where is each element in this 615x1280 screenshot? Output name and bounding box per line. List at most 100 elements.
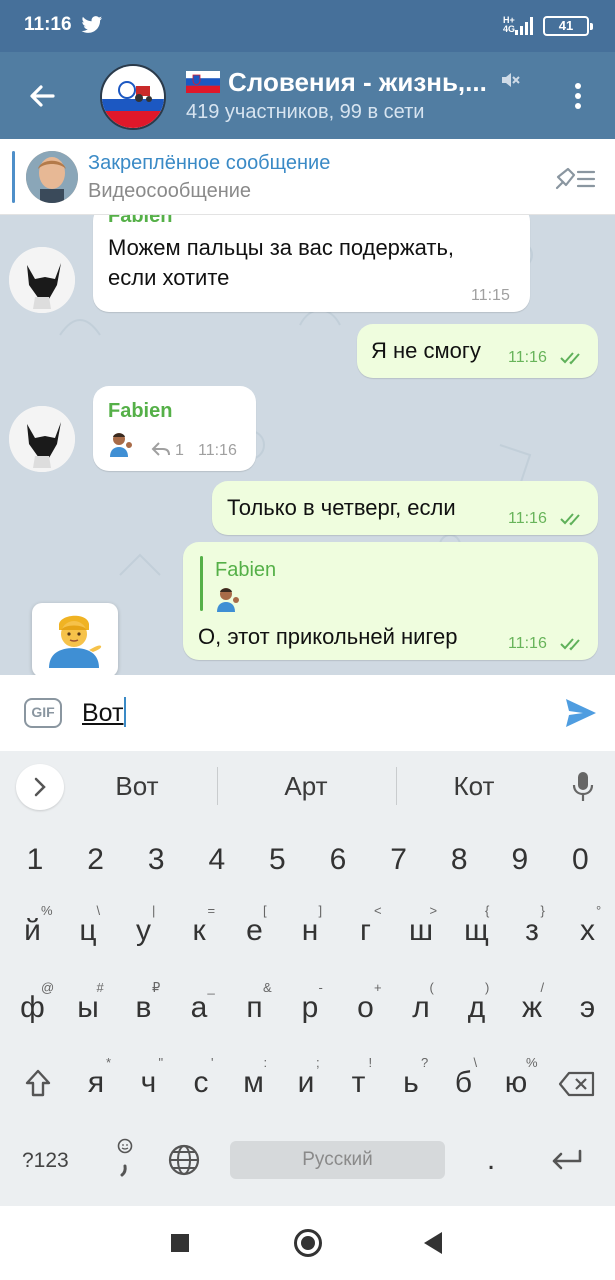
- cat-avatar-icon: [9, 247, 75, 313]
- keyboard-key[interactable]: г: [338, 914, 393, 948]
- sticker-suggestion[interactable]: [32, 603, 118, 677]
- keyboard-key[interactable]: ш: [394, 914, 449, 948]
- message-text: О, этот прикольней нигер: [198, 624, 458, 649]
- message-sender[interactable]: Fabien: [108, 400, 172, 423]
- keyboard-key[interactable]: н: [283, 914, 338, 948]
- reply-sender[interactable]: Fabien: [215, 559, 276, 582]
- keyboard-key[interactable]: ю: [490, 1066, 542, 1100]
- keyboard-key[interactable]: ж: [505, 991, 560, 1025]
- chat-title[interactable]: Словения - жизнь,...: [186, 67, 487, 98]
- shift-icon[interactable]: [24, 1068, 52, 1098]
- space-key[interactable]: Русский: [230, 1141, 445, 1179]
- message-bubble-out[interactable]: Я не смогу 11:16: [357, 324, 598, 378]
- keyboard-key[interactable]: ф: [5, 991, 60, 1025]
- gif-button[interactable]: GIF: [24, 698, 62, 728]
- keyboard-key[interactable]: з: [505, 914, 560, 948]
- microphone-icon[interactable]: [570, 770, 596, 804]
- keyboard-key[interactable]: ч: [123, 1066, 175, 1100]
- key-hint: [: [263, 903, 267, 918]
- person-tipping-hand-emoji-icon: [217, 588, 239, 612]
- key-hint: :: [263, 1055, 268, 1070]
- suggestion-word[interactable]: Кот: [399, 771, 549, 802]
- keyboard-key[interactable]: э: [560, 991, 615, 1025]
- keyboard-key[interactable]: я: [70, 1066, 122, 1100]
- keyboard-key[interactable]: 5: [247, 843, 307, 877]
- keyboard-key[interactable]: х: [560, 914, 615, 948]
- keyboard-key[interactable]: д: [449, 991, 504, 1025]
- keyboard-key[interactable]: а: [172, 991, 227, 1025]
- slovenia-flag-icon: [186, 71, 220, 93]
- twitter-icon: [81, 16, 103, 33]
- keyboard-key[interactable]: у: [116, 914, 171, 948]
- sender-avatar[interactable]: [9, 406, 75, 472]
- keyboard-key[interactable]: в: [116, 991, 171, 1025]
- keyboard-key[interactable]: к: [172, 914, 227, 948]
- home-circle-icon[interactable]: [294, 1229, 322, 1257]
- slovenia-ball-avatar-icon: [102, 66, 164, 128]
- keyboard-key[interactable]: т: [333, 1066, 385, 1100]
- message-input[interactable]: Вот: [82, 697, 127, 728]
- keyboard-key[interactable]: ц: [61, 914, 116, 948]
- keyboard-key[interactable]: 7: [369, 843, 429, 877]
- keyboard-key[interactable]: е: [227, 914, 282, 948]
- message-bubble-in[interactable]: Fabien Можем пальцы за вас подержать, есл…: [93, 215, 530, 312]
- keyboard-key[interactable]: и: [280, 1066, 332, 1100]
- keyboard-key[interactable]: л: [394, 991, 449, 1025]
- suggestion-expand-button[interactable]: [16, 764, 64, 810]
- suggestion-word[interactable]: Вот: [62, 771, 212, 802]
- key-hint: +: [374, 980, 382, 995]
- back-arrow-icon[interactable]: [22, 76, 62, 116]
- message-text: Только в четверг, если: [227, 495, 456, 520]
- message-bubble-out[interactable]: Fabien О, этот прикольней нигер 11:16: [183, 542, 598, 660]
- keyboard-key[interactable]: с: [175, 1066, 227, 1100]
- suggestion-word[interactable]: Арт: [231, 771, 381, 802]
- send-icon[interactable]: [564, 697, 598, 729]
- sender-avatar[interactable]: [9, 247, 75, 313]
- chat-avatar[interactable]: [100, 64, 166, 130]
- key-hint: *: [106, 1055, 112, 1070]
- keyboard-key[interactable]: 8: [429, 843, 489, 877]
- message-bubble-in[interactable]: Fabien 1 11:16: [93, 386, 256, 471]
- backspace-icon[interactable]: [558, 1071, 596, 1097]
- keyboard-key[interactable]: ы: [61, 991, 116, 1025]
- message-bubble-out[interactable]: Только в четверг, если 11:16: [212, 481, 598, 535]
- emoji-comma-key-icon[interactable]: [112, 1138, 138, 1178]
- suggestion-strip: Вот Арт Кот: [0, 751, 615, 823]
- period-key[interactable]: .: [476, 1143, 506, 1177]
- message-sender[interactable]: Fabien: [108, 215, 172, 228]
- keyboard-key[interactable]: р: [283, 991, 338, 1025]
- person-tipping-hand-sticker-icon: [49, 615, 102, 668]
- recents-square-icon[interactable]: [171, 1234, 189, 1252]
- keyboard-key[interactable]: 9: [490, 843, 550, 877]
- keyboard-key[interactable]: м: [228, 1066, 280, 1100]
- pinned-message-bar[interactable]: Закреплённое сообщение Видеосообщение: [0, 139, 615, 215]
- keyboard-key[interactable]: п: [227, 991, 282, 1025]
- enter-icon[interactable]: [548, 1147, 584, 1175]
- keyboard-key[interactable]: 2: [66, 843, 126, 877]
- keyboard-key[interactable]: 0: [550, 843, 610, 877]
- keyboard-key[interactable]: о: [338, 991, 393, 1025]
- keyboard-key[interactable]: б: [438, 1066, 490, 1100]
- key-hint: °: [596, 903, 602, 918]
- keyboard-key[interactable]: 1: [5, 843, 65, 877]
- keyboard-key[interactable]: 3: [126, 843, 186, 877]
- more-options-icon[interactable]: [562, 76, 594, 116]
- key-hint: ): [485, 980, 490, 995]
- symbols-key[interactable]: ?123: [22, 1149, 69, 1173]
- status-bar: 11:16 H+ 4G 41: [0, 0, 615, 52]
- keyboard-key[interactable]: 4: [187, 843, 247, 877]
- reply-quote-bar: [200, 556, 203, 611]
- keyboard-key[interactable]: щ: [449, 914, 504, 948]
- key-hint: ]: [318, 903, 323, 918]
- keyboard-key[interactable]: ь: [385, 1066, 437, 1100]
- message-text: Я не смогу: [371, 338, 481, 363]
- key-hint: \: [96, 903, 101, 918]
- keyboard-key[interactable]: й: [5, 914, 60, 948]
- suggestion-divider: [217, 767, 218, 805]
- globe-icon[interactable]: [167, 1143, 201, 1177]
- read-ticks-icon: [560, 638, 580, 651]
- pin-list-icon[interactable]: [554, 163, 596, 193]
- back-triangle-icon[interactable]: [424, 1232, 442, 1254]
- keyboard-key[interactable]: 6: [308, 843, 368, 877]
- read-ticks-icon: [560, 513, 580, 526]
